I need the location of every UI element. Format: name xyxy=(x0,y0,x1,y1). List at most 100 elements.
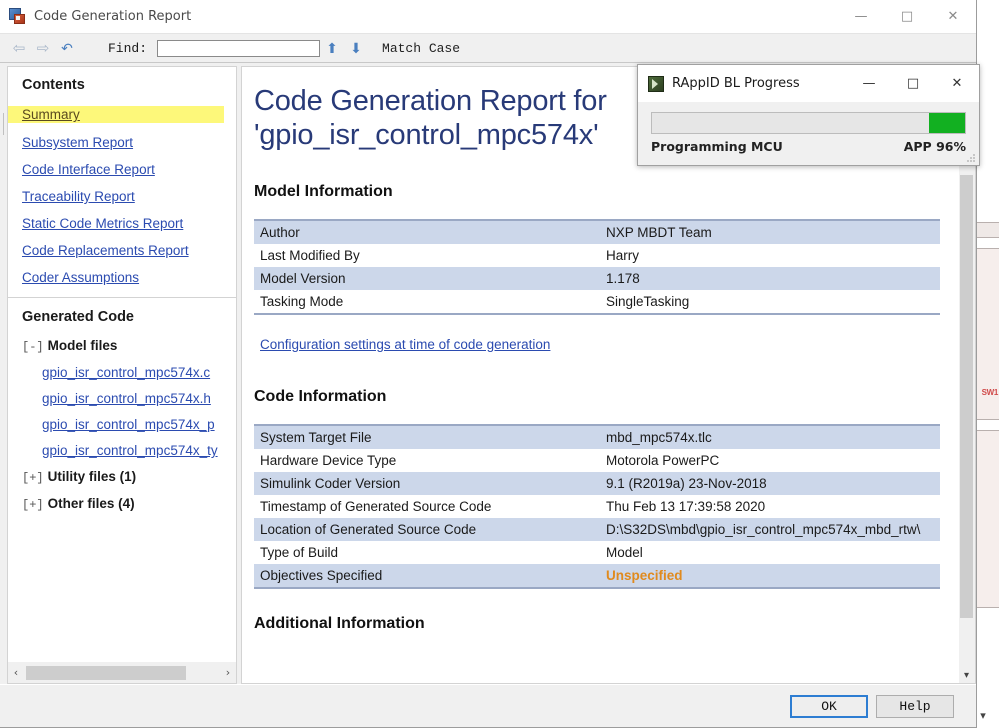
table-row: Model Version 1.178 xyxy=(254,266,940,290)
generated-code-heading: Generated Code xyxy=(22,309,134,325)
table-row: Objectives Specified Unspecified xyxy=(254,563,940,588)
toolbar: ⇦ ⇨ ↶ Find: ⬆ ⬇ Match Case xyxy=(0,34,976,63)
sidebar: Contents Summary Subsystem Report Code I… xyxy=(7,63,237,684)
scrollbar-track[interactable] xyxy=(24,665,220,681)
collapse-toggle-icon[interactable]: [-] xyxy=(22,340,44,354)
chevron-down-icon[interactable]: ▾ xyxy=(959,670,974,681)
left-splitter[interactable] xyxy=(0,63,7,684)
file-link-model-c[interactable]: gpio_isr_control_mpc574x.c xyxy=(42,365,236,380)
table-cell-key: Model Version xyxy=(254,266,600,290)
tree-group-other-files[interactable]: [+] Other files (4) xyxy=(22,496,236,512)
model-information-heading: Model Information xyxy=(254,182,393,200)
sidebar-item-code-interface-report[interactable]: Code Interface Report xyxy=(22,162,155,177)
table-cell-key: Simulink Coder Version xyxy=(254,471,600,495)
chevron-left-icon[interactable]: ‹ xyxy=(8,666,24,679)
bg-sw-label: SW1 xyxy=(981,388,999,397)
file-link-model-private[interactable]: gpio_isr_control_mpc574x_p xyxy=(42,417,236,432)
table-row: Location of Generated Source Code D:\S32… xyxy=(254,517,940,541)
progress-dialog-title: RAppID BL Progress xyxy=(672,76,800,91)
table-row: System Target File mbd_mpc574x.tlc xyxy=(254,424,940,449)
progress-bar xyxy=(651,112,966,134)
progress-status-text: Programming MCU xyxy=(651,139,783,154)
table-cell-value: mbd_mpc574x.tlc xyxy=(600,424,940,449)
chevron-right-icon[interactable]: › xyxy=(220,666,236,679)
table-cell-key: Objectives Specified xyxy=(254,563,600,588)
table-cell-value: D:\S32DS\mbd\gpio_isr_control_mpc574x_mb… xyxy=(600,517,940,541)
table-cell-key: Timestamp of Generated Source Code xyxy=(260,498,492,514)
back-arrow-icon[interactable]: ⇦ xyxy=(8,38,30,58)
progress-close-button[interactable]: ✕ xyxy=(935,66,979,102)
table-cell-value: 9.1 (R2019a) 23-Nov-2018 xyxy=(600,471,940,495)
model-information-table: Author NXP MBDT Team Last Modified By Ha… xyxy=(254,218,940,315)
match-case-label[interactable]: Match Case xyxy=(382,41,460,56)
sidebar-item-coder-assumptions[interactable]: Coder Assumptions xyxy=(22,270,139,285)
table-cell-key: Type of Build xyxy=(260,544,339,560)
sidebar-item-traceability-report[interactable]: Traceability Report xyxy=(22,189,135,204)
sidebar-horizontal-scrollbar[interactable]: ‹ › xyxy=(7,662,237,684)
sidebar-item-code-replacements-report[interactable]: Code Replacements Report xyxy=(22,243,189,258)
sidebar-item-label: Summary xyxy=(22,107,80,122)
progress-title-bar: RAppID BL Progress — □ ✕ xyxy=(638,65,979,102)
tree-group-model-files[interactable]: [-] Model files xyxy=(22,338,236,354)
close-button[interactable]: ✕ xyxy=(930,1,976,33)
table-cell-value: Model xyxy=(606,544,643,560)
table-row: Timestamp of Generated Source Code Thu F… xyxy=(254,495,940,518)
generated-code-section: Generated Code [-] Model files gpio_isr_c… xyxy=(22,298,236,512)
table-cell-value: Harry xyxy=(606,247,639,263)
tree-group-label: Other files (4) xyxy=(47,496,135,511)
ok-button[interactable]: OK xyxy=(790,694,868,718)
simulink-report-icon xyxy=(9,8,26,25)
find-input[interactable] xyxy=(157,39,321,57)
refresh-icon[interactable]: ↶ xyxy=(56,38,78,58)
progress-bar-fill xyxy=(929,113,965,133)
table-cell-value: Thu Feb 13 17:39:58 2020 xyxy=(606,498,766,514)
file-link-model-types[interactable]: gpio_isr_control_mpc574x_ty xyxy=(42,443,236,458)
config-settings-link[interactable]: Configuration settings at time of code g… xyxy=(260,337,550,352)
resize-grip-icon[interactable] xyxy=(966,153,976,163)
table-cell-key: Author xyxy=(254,219,600,244)
sidebar-item-static-code-metrics-report[interactable]: Static Code Metrics Report xyxy=(22,216,183,231)
window-title: Code Generation Report xyxy=(34,9,192,24)
table-row: Tasking Mode SingleTasking xyxy=(254,290,940,314)
table-cell-key: Hardware Device Type xyxy=(260,452,397,468)
table-row: Author NXP MBDT Team xyxy=(254,219,940,244)
sidebar-item-summary[interactable]: Summary xyxy=(8,106,224,123)
expand-toggle-icon[interactable]: [+] xyxy=(22,471,44,485)
sidebar-scroll-region: Contents Summary Subsystem Report Code I… xyxy=(7,66,237,662)
table-cell-value: NXP MBDT Team xyxy=(600,219,940,244)
table-row: Type of Build Model xyxy=(254,541,940,564)
arrow-down-icon[interactable]: ⬇ xyxy=(344,38,368,58)
code-information-heading: Code Information xyxy=(254,387,387,405)
table-cell-key: Last Modified By xyxy=(260,247,360,263)
maximize-button[interactable]: □ xyxy=(884,1,930,33)
table-row: Hardware Device Type Motorola PowerPC xyxy=(254,449,940,472)
scrollbar-thumb[interactable] xyxy=(960,175,973,618)
table-row: Simulink Coder Version 9.1 (R2019a) 23-N… xyxy=(254,471,940,495)
title-bar: Code Generation Report — □ ✕ xyxy=(0,0,976,34)
expand-toggle-icon[interactable]: [+] xyxy=(22,498,44,512)
rappid-app-icon xyxy=(648,75,664,92)
minimize-button[interactable]: — xyxy=(838,1,884,33)
forward-arrow-icon[interactable]: ⇨ xyxy=(32,38,54,58)
table-cell-value-warning: Unspecified xyxy=(600,563,940,588)
table-cell-value: SingleTasking xyxy=(606,293,690,309)
progress-dialog-body: Programming MCU APP 96% xyxy=(638,102,979,165)
progress-maximize-button[interactable]: □ xyxy=(891,66,935,102)
tree-group-label: Utility files (1) xyxy=(47,469,137,484)
progress-percent-text: APP 96% xyxy=(903,139,966,154)
progress-status-row: Programming MCU APP 96% xyxy=(651,139,966,154)
footer-bar: OK Help xyxy=(0,684,976,727)
contents-heading: Contents xyxy=(22,77,85,93)
code-information-table: System Target File mbd_mpc574x.tlc Hardw… xyxy=(254,423,940,589)
progress-minimize-button[interactable]: — xyxy=(847,66,891,102)
rappid-bl-progress-dialog: RAppID BL Progress — □ ✕ Programming MCU… xyxy=(637,64,980,166)
scrollbar-thumb[interactable] xyxy=(26,665,186,680)
help-button[interactable]: Help xyxy=(876,694,954,718)
table-cell-key: System Target File xyxy=(254,424,600,449)
table-cell-value: 1.178 xyxy=(600,266,940,290)
find-label: Find: xyxy=(108,40,148,56)
file-link-model-h[interactable]: gpio_isr_control_mpc574x.h xyxy=(42,391,236,406)
sidebar-item-subsystem-report[interactable]: Subsystem Report xyxy=(22,135,133,150)
arrow-up-icon[interactable]: ⬆ xyxy=(320,38,344,58)
tree-group-utility-files[interactable]: [+] Utility files (1) xyxy=(22,469,236,485)
